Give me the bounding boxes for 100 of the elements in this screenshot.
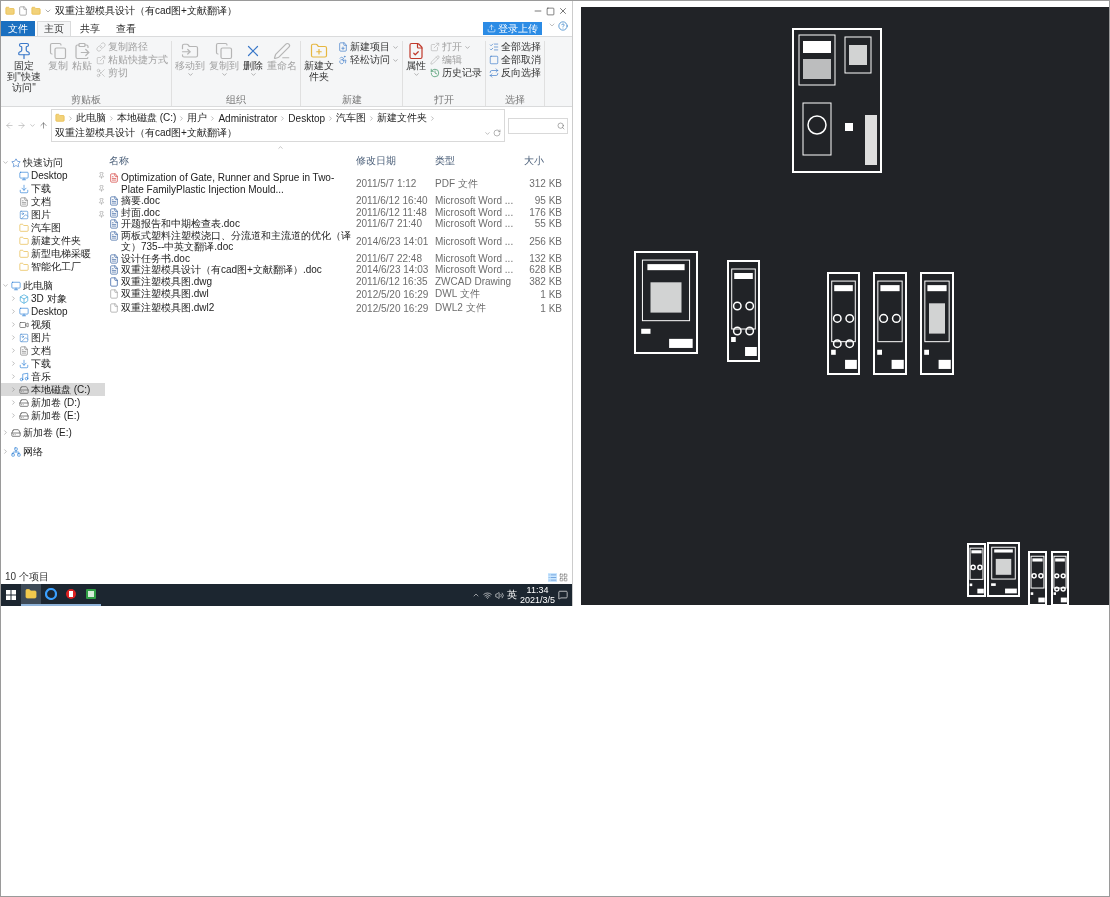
word-file-icon (109, 265, 119, 275)
chevron-icon (108, 114, 115, 122)
breadcrumb[interactable]: 此电脑 (76, 111, 106, 125)
table-cell-text: 95 KB (533, 195, 562, 207)
ribbon-tab[interactable]: 查看 (109, 21, 143, 36)
history-caret-icon[interactable] (29, 122, 36, 129)
breadcrumb[interactable]: Administrator (218, 112, 278, 124)
tree-item[interactable]: 文档 (1, 344, 105, 357)
ribbon-tab[interactable]: 文件 (1, 21, 35, 36)
ribbon-button[interactable]: 历史记录 (429, 67, 483, 79)
group-label: 选择 (504, 94, 526, 106)
file-name: 双重注塑模具图.dwl2 (121, 302, 215, 314)
file-row[interactable]: 摘要.doc (109, 195, 353, 207)
file-row[interactable]: 双重注塑模具设计（有cad图+文献翻译）.doc (109, 264, 353, 276)
ribbon-button[interactable]: 属性 (405, 41, 427, 79)
forward-icon[interactable] (17, 121, 26, 130)
open-icon (430, 42, 440, 52)
table-cell-text: 382 KB (528, 275, 562, 287)
tree-item[interactable]: 此电脑 (1, 279, 105, 292)
volume-icon[interactable] (494, 590, 504, 600)
ribbon-button[interactable]: 全部选择 (488, 41, 542, 53)
tree-item[interactable]: 新加卷 (E:) (1, 409, 105, 422)
ribbon-tab[interactable]: 共享 (73, 21, 107, 36)
up-icon[interactable] (39, 121, 48, 130)
word-file-icon (109, 253, 119, 264)
table-cell-text: DWL2 文件 (435, 301, 487, 315)
tree-item[interactable]: 本地磁盘 (C:) (1, 383, 105, 396)
breadcrumb[interactable]: Desktop (288, 112, 326, 124)
ribbon-button[interactable]: 反向选择 (488, 67, 542, 79)
tree-item[interactable]: 快速访问 (1, 156, 105, 169)
address-bar[interactable]: 此电脑 本地磁盘 (C:) 用户 Administrator Desktop 汽车图 新建文件夹 双重注塑模具设计（有cad图+文献翻译） (51, 109, 505, 142)
table-cell-text: 2011/6/12 16:35 (356, 275, 429, 287)
network-icon[interactable] (482, 590, 492, 600)
file-row[interactable]: 双重注塑模具图.dwl (109, 288, 353, 300)
column-header[interactable]: 名称 (109, 152, 353, 172)
properties-icon (407, 42, 425, 60)
drive-icon (19, 397, 29, 408)
ribbon-button[interactable]: 全部取消 (488, 54, 542, 66)
caret-icon (186, 71, 194, 78)
file-row[interactable]: 双重注塑模具图.dwg (109, 275, 353, 287)
file-row[interactable]: 双重注塑模具图.dwl2 (109, 302, 353, 314)
file-name: 双重注塑模具设计（有cad图+文献翻译）.doc (121, 264, 322, 276)
tray-chevron-icon[interactable] (471, 591, 480, 599)
maximize-icon[interactable] (546, 6, 555, 16)
tree-item[interactable]: 下载 (1, 357, 105, 370)
refresh-icon[interactable] (493, 129, 501, 137)
tree-item[interactable]: Desktop (1, 305, 105, 318)
ribbon-button[interactable]: 新建项目 (337, 41, 400, 53)
chevron-icon (209, 114, 217, 122)
breadcrumb[interactable]: 双重注塑模具设计（有cad图+文献翻译） (55, 126, 237, 140)
close-icon[interactable] (558, 6, 568, 16)
ribbon-button[interactable]: 删除 (242, 41, 264, 79)
help-icon[interactable] (558, 21, 568, 31)
back-icon[interactable] (5, 121, 14, 130)
search-field[interactable] (508, 117, 568, 134)
tree-item[interactable]: 网络 (1, 445, 105, 458)
column-header[interactable]: 大小 (524, 152, 562, 172)
details-view-button[interactable] (548, 572, 557, 582)
breadcrumb[interactable]: 本地磁盘 (C:) (117, 111, 177, 125)
icons-view-button[interactable] (559, 572, 568, 582)
tree-item[interactable]: 新建文件夹 (1, 234, 105, 247)
tree-item[interactable]: 新加卷 (E:) (1, 426, 105, 439)
tree-label: 快速访问 (23, 155, 64, 170)
column-header[interactable]: 修改日期 (356, 152, 432, 172)
tree-item[interactable]: Desktop (1, 169, 105, 182)
tree-item[interactable]: 新加卷 (D:) (1, 396, 105, 409)
tree-item[interactable]: 图片 (1, 208, 105, 221)
table-cell-text: 2011/5/7 1:12 (356, 178, 418, 189)
ribbon-button[interactable]: 新建文件夹 (303, 41, 335, 83)
breadcrumb[interactable]: 用户 (187, 111, 208, 125)
collapse-ribbon-icon[interactable] (548, 21, 556, 29)
tree-item[interactable]: 汽车图 (1, 221, 105, 234)
breadcrumb[interactable]: 新建文件夹 (377, 111, 428, 125)
file-row[interactable]: 设计任务书.doc (109, 252, 353, 264)
ribbon-tab[interactable]: 主页 (37, 21, 71, 36)
file-row[interactable]: 封面.doc (109, 206, 353, 218)
document-icon (19, 196, 29, 207)
upload-button[interactable]: 登录上传 (483, 22, 542, 35)
tree-item[interactable]: 文档 (1, 195, 105, 208)
caret-icon[interactable] (484, 129, 491, 137)
tree-item[interactable]: 智能化工厂 (1, 260, 105, 273)
tree-item[interactable]: 图片 (1, 331, 105, 344)
ribbon-button[interactable]: 固定到"快速访问" (3, 41, 45, 94)
tree-item[interactable]: 3D 对象 (1, 292, 105, 305)
column-header[interactable]: 类型 (435, 152, 521, 172)
copy-to-icon (215, 42, 233, 60)
tree-item[interactable]: 音乐 (1, 370, 105, 383)
folder-icon (19, 261, 29, 272)
table-cell-text: 2012/5/20 16:29 (356, 288, 430, 300)
notification-icon[interactable] (558, 590, 568, 600)
app-icon (65, 588, 77, 600)
chevron-icon (67, 114, 74, 122)
file-row[interactable]: 开题报告和中期检查表.doc (109, 218, 353, 230)
language-indicator[interactable]: 英 (506, 588, 517, 602)
breadcrumb[interactable]: 汽车图 (336, 111, 367, 125)
ribbon-button[interactable]: 轻松访问 (337, 54, 400, 66)
tree-item[interactable]: 下载 (1, 182, 105, 195)
tree-item[interactable]: 新型电梯采暖 (1, 247, 105, 260)
table-cell-text: DWL 文件 (435, 287, 481, 301)
tree-item[interactable]: 视频 (1, 318, 105, 331)
